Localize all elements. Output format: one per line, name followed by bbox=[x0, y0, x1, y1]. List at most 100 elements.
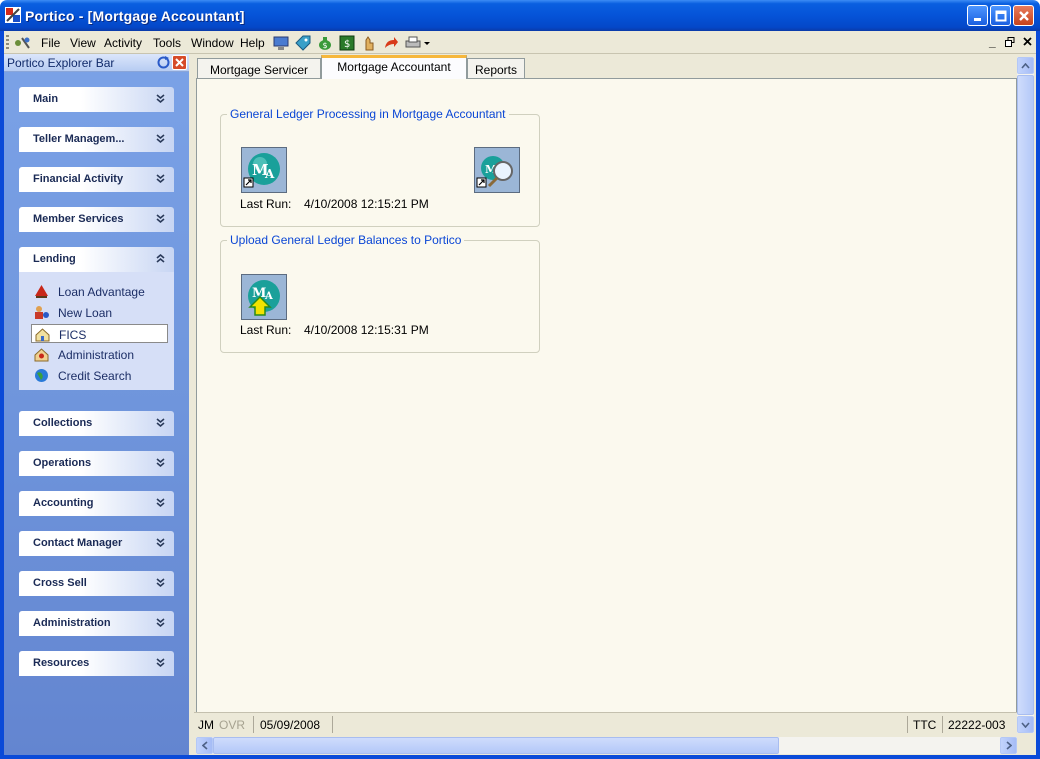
status-ttc: TTC bbox=[913, 718, 937, 732]
vertical-scroll-thumb[interactable] bbox=[1017, 75, 1034, 715]
task-credit-search[interactable]: Credit Search bbox=[31, 366, 168, 385]
task-administration[interactable]: Administration bbox=[31, 345, 168, 364]
maximize-button[interactable] bbox=[990, 5, 1011, 26]
money-bag-icon[interactable]: $ bbox=[316, 34, 334, 52]
menu-help[interactable]: Help bbox=[240, 36, 265, 50]
administration-icon bbox=[34, 348, 49, 362]
mortgage-accountant-icon: M A bbox=[242, 148, 286, 192]
menu-view[interactable]: View bbox=[70, 36, 96, 50]
group-label: Administration bbox=[33, 617, 111, 629]
refresh-icon[interactable] bbox=[156, 55, 171, 70]
horizontal-scroll-thumb[interactable] bbox=[213, 737, 779, 754]
tab-panel: General Ledger Processing in Mortgage Ac… bbox=[196, 78, 1017, 729]
group-teller-management[interactable]: Teller Managem... bbox=[19, 127, 174, 152]
last-run-value: 4/10/2008 12:15:31 PM bbox=[304, 323, 429, 337]
menu-tools[interactable]: Tools bbox=[153, 36, 181, 50]
toolbar-grip[interactable] bbox=[6, 35, 9, 50]
dropdown-arrow-icon[interactable] bbox=[422, 34, 432, 52]
mdi-minimize-button[interactable]: _ bbox=[989, 35, 996, 49]
status-divider bbox=[907, 716, 908, 733]
computer-icon[interactable] bbox=[272, 34, 290, 52]
vertical-scrollbar[interactable] bbox=[1017, 57, 1034, 733]
status-bar: JM OVR 05/09/2008 TTC 22222-003 bbox=[194, 712, 1017, 735]
tag-icon[interactable] bbox=[294, 34, 312, 52]
mdi-restore-icon[interactable] bbox=[1005, 37, 1015, 47]
group-administration[interactable]: Administration bbox=[19, 611, 174, 636]
chevron-down-icon bbox=[156, 214, 165, 224]
last-run-label: Last Run: bbox=[240, 323, 292, 337]
fics-icon bbox=[35, 328, 50, 342]
group-label: Lending bbox=[33, 253, 76, 265]
scroll-down-button[interactable] bbox=[1017, 716, 1034, 733]
mdi-child-icon[interactable] bbox=[13, 35, 33, 51]
section-title: General Ledger Processing in Mortgage Ac… bbox=[227, 107, 509, 121]
magnifier-icon: M bbox=[475, 148, 519, 192]
chevron-up-icon bbox=[156, 253, 165, 263]
printer-icon[interactable] bbox=[404, 34, 422, 52]
maximize-icon bbox=[995, 10, 1006, 21]
tab-label: Mortgage Accountant bbox=[337, 60, 451, 74]
arrow-left-icon bbox=[201, 741, 208, 750]
close-icon bbox=[1018, 10, 1029, 21]
group-cross-sell[interactable]: Cross Sell bbox=[19, 571, 174, 596]
redo-arrow-icon[interactable] bbox=[382, 34, 400, 52]
arrow-right-icon bbox=[1005, 741, 1012, 750]
minimize-button[interactable] bbox=[967, 5, 988, 26]
menu-activity[interactable]: Activity bbox=[104, 36, 142, 50]
task-new-loan[interactable]: New Loan bbox=[31, 303, 168, 322]
horizontal-scrollbar[interactable] bbox=[196, 737, 1017, 754]
chevron-down-icon bbox=[156, 458, 165, 468]
tab-reports[interactable]: Reports bbox=[467, 58, 525, 79]
globe-icon bbox=[35, 369, 48, 382]
chevron-down-icon bbox=[156, 94, 165, 104]
title-bar[interactable]: Portico - [Mortgage Accountant] bbox=[0, 0, 1040, 31]
mdi-close-icon[interactable] bbox=[1023, 37, 1032, 46]
chevron-down-icon bbox=[156, 538, 165, 548]
scroll-up-button[interactable] bbox=[1017, 57, 1034, 74]
status-date: 05/09/2008 bbox=[260, 718, 321, 732]
status-code: 22222-003 bbox=[948, 718, 1006, 732]
explorer-close-button[interactable] bbox=[172, 55, 187, 70]
group-label: Accounting bbox=[33, 497, 94, 509]
window-frame-right bbox=[1036, 31, 1040, 759]
section-title: Upload General Ledger Balances to Portic… bbox=[227, 233, 465, 247]
group-label: Resources bbox=[33, 657, 90, 669]
menu-window[interactable]: Window bbox=[191, 36, 234, 50]
upload-gl-button[interactable]: M A bbox=[241, 274, 287, 320]
last-run-value: 4/10/2008 12:15:21 PM bbox=[304, 197, 429, 211]
arrow-down-icon bbox=[1021, 721, 1030, 728]
view-gl-processing-button[interactable]: M bbox=[474, 147, 520, 193]
explorer-header: Portico Explorer Bar bbox=[4, 54, 189, 72]
cash-icon[interactable]: $ bbox=[338, 34, 356, 52]
task-label: Loan Advantage bbox=[58, 285, 145, 299]
size-grip[interactable] bbox=[1017, 737, 1034, 754]
group-main[interactable]: Main bbox=[19, 87, 174, 112]
menu-file[interactable]: File bbox=[41, 36, 60, 50]
group-contact-manager[interactable]: Contact Manager bbox=[19, 531, 174, 556]
close-button[interactable] bbox=[1013, 5, 1034, 26]
group-resources[interactable]: Resources bbox=[19, 651, 174, 676]
group-label: Cross Sell bbox=[33, 577, 87, 589]
group-label: Collections bbox=[33, 417, 93, 429]
hand-icon[interactable] bbox=[360, 34, 378, 52]
gl-processing-section: General Ledger Processing in Mortgage Ac… bbox=[220, 107, 540, 227]
scroll-left-button[interactable] bbox=[196, 737, 213, 754]
run-gl-processing-button[interactable]: M A bbox=[241, 147, 287, 193]
task-loan-advantage[interactable]: Loan Advantage bbox=[31, 282, 168, 301]
new-loan-icon bbox=[35, 306, 49, 319]
group-accounting[interactable]: Accounting bbox=[19, 491, 174, 516]
task-label: FICS bbox=[59, 328, 87, 342]
group-financial-activity[interactable]: Financial Activity bbox=[19, 167, 174, 192]
scroll-right-button[interactable] bbox=[1000, 737, 1017, 754]
group-member-services[interactable]: Member Services bbox=[19, 207, 174, 232]
group-collections[interactable]: Collections bbox=[19, 411, 174, 436]
upload-icon: M A bbox=[242, 275, 286, 319]
status-divider bbox=[253, 716, 254, 733]
tab-mortgage-accountant[interactable]: Mortgage Accountant bbox=[321, 55, 467, 79]
workspace: Mortgage Servicer Reports Mortgage Accou… bbox=[189, 54, 1036, 755]
group-operations[interactable]: Operations bbox=[19, 451, 174, 476]
task-fics[interactable]: FICS bbox=[31, 324, 168, 343]
tab-mortgage-servicer[interactable]: Mortgage Servicer bbox=[197, 58, 321, 79]
group-lending[interactable]: Lending bbox=[19, 247, 174, 272]
arrow-up-icon bbox=[1021, 62, 1030, 69]
